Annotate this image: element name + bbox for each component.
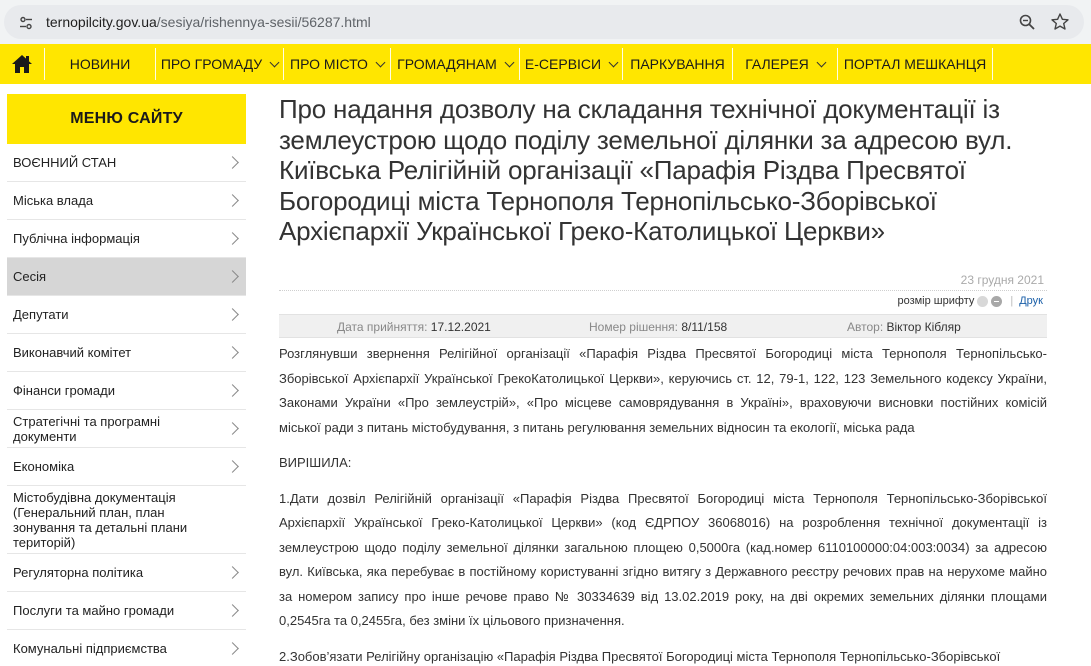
sidebar-item-label: Комунальні підприємства bbox=[13, 641, 167, 656]
sidebar-item-deputies[interactable]: Депутати bbox=[7, 296, 246, 334]
nav-label: Про громаду bbox=[160, 56, 263, 72]
chevron-right-icon bbox=[226, 383, 239, 397]
sidebar-title: МЕНЮ САЙТУ bbox=[7, 94, 246, 144]
document-body: Розглянувши звернення Релігійної організ… bbox=[279, 342, 1047, 666]
sidebar-item-utilities[interactable]: Комунальні підприємства bbox=[7, 630, 246, 666]
zoom-icon[interactable] bbox=[1018, 13, 1036, 31]
body-paragraph: 1.Дати дозвіл Релігійній організації «Па… bbox=[279, 490, 1047, 629]
print-link[interactable]: Друк bbox=[1019, 295, 1043, 307]
main-nav: Новини Про громаду Про місто Громадянам … bbox=[0, 44, 1091, 84]
chevron-down-icon bbox=[608, 57, 619, 67]
chevron-right-icon bbox=[226, 641, 239, 655]
author: Автор: Віктор Кібляр bbox=[847, 320, 961, 334]
sidebar-item-label: Містобудівна документація (Генеральний п… bbox=[13, 489, 188, 550]
nav-label: Про місто bbox=[290, 56, 368, 72]
chevron-right-icon bbox=[226, 459, 239, 473]
browser-address-bar: ternopilcity.gov.ua/sesiya/rishennya-ses… bbox=[0, 0, 1091, 44]
nav-item-citizens[interactable]: Громадянам bbox=[391, 44, 519, 84]
decision-number: Номер рішення: 8/11/158 bbox=[589, 320, 727, 334]
body-paragraph: 2.Зобов’язати Релігійну організацію «Пар… bbox=[279, 648, 1001, 664]
site-settings-icon[interactable] bbox=[18, 15, 34, 31]
sidebar-item-regulatory-policy[interactable]: Регуляторна політика bbox=[7, 554, 246, 592]
sidebar-item-label: ВОЄННИЙ СТАН bbox=[13, 155, 117, 170]
sidebar-item-label: Економіка bbox=[13, 459, 75, 474]
nav-label: Новини bbox=[69, 56, 131, 72]
nav-item-parking[interactable]: Паркування bbox=[623, 44, 732, 84]
tools-divider: | bbox=[1010, 295, 1014, 307]
chevron-right-icon bbox=[226, 603, 239, 617]
nav-label: Паркування bbox=[630, 56, 725, 72]
chevron-right-icon bbox=[226, 193, 239, 207]
url-path: /sesiya/rishennya-sesii/56287.html bbox=[156, 14, 371, 30]
url-host: ternopilcity.gov.ua bbox=[46, 14, 157, 30]
sidebar-item-label: Фінанси громади bbox=[13, 383, 115, 398]
document-content: Про надання дозволу на складання технічн… bbox=[279, 94, 1047, 247]
chevron-down-icon bbox=[375, 57, 386, 67]
font-decrease-icon[interactable] bbox=[991, 295, 1003, 307]
sidebar-item-urban-planning-docs[interactable]: Містобудівна документація (Генеральний п… bbox=[7, 486, 246, 554]
sidebar-item-city-authority[interactable]: Міська влада bbox=[7, 182, 246, 220]
font-increase-icon[interactable] bbox=[977, 295, 989, 307]
sidebar-item-label: Сесія bbox=[13, 269, 47, 284]
sidebar-item-label: Виконавчий комітет bbox=[13, 345, 132, 360]
home-icon bbox=[12, 55, 32, 73]
adopted-label: Дата прийняття: bbox=[337, 320, 428, 334]
nav-item-news[interactable]: Новини bbox=[45, 44, 155, 84]
sidebar-menu: МЕНЮ САЙТУ ВОЄННИЙ СТАН Міська влада Пуб… bbox=[7, 94, 246, 666]
chevron-down-icon bbox=[269, 57, 280, 67]
chevron-right-icon bbox=[226, 565, 239, 579]
sidebar-item-executive-committee[interactable]: Виконавчий комітет bbox=[7, 334, 246, 372]
bookmark-star-icon[interactable] bbox=[1050, 12, 1070, 32]
nav-item-resident-portal[interactable]: Портал мешканця bbox=[838, 44, 992, 84]
adopted-date: Дата прийняття: 17.12.2021 bbox=[337, 320, 491, 334]
sidebar-item-label: Міська влада bbox=[13, 193, 94, 208]
document-tools: розмір шрифту | Друк bbox=[279, 290, 1047, 312]
sidebar-item-label: Публічна інформація bbox=[13, 231, 140, 246]
sidebar-item-services-property[interactable]: Послуги та майно громади bbox=[7, 592, 246, 630]
body-paragraph: Розглянувши звернення Релігійної організ… bbox=[279, 346, 1047, 435]
sidebar-item-martial-law[interactable]: ВОЄННИЙ СТАН bbox=[7, 144, 246, 182]
sidebar-item-economy[interactable]: Економіка bbox=[7, 448, 246, 486]
home-button[interactable] bbox=[0, 44, 44, 84]
sidebar-item-session[interactable]: Сесія bbox=[7, 258, 246, 296]
chevron-right-icon bbox=[226, 307, 239, 321]
font-size-label: розмір шрифту bbox=[897, 295, 975, 307]
nav-item-gallery[interactable]: Галерея bbox=[733, 44, 837, 84]
nav-divider bbox=[992, 48, 993, 80]
number-label: Номер рішення: bbox=[589, 320, 678, 334]
number-value: 8/11/158 bbox=[681, 320, 728, 334]
body-paragraph: ВИРІШИЛА: bbox=[279, 455, 352, 470]
sidebar-item-label: Депутати bbox=[13, 307, 69, 322]
sidebar-item-label: Регуляторна політика bbox=[13, 565, 144, 580]
nav-item-about-city[interactable]: Про місто bbox=[284, 44, 390, 84]
nav-item-e-services[interactable]: Е-сервіси bbox=[520, 44, 622, 84]
sidebar-item-finance[interactable]: Фінанси громади bbox=[7, 372, 246, 410]
document-title: Про надання дозволу на складання технічн… bbox=[279, 94, 1013, 246]
chevron-right-icon bbox=[226, 155, 239, 169]
url-field[interactable]: ternopilcity.gov.ua/sesiya/rishennya-ses… bbox=[4, 5, 1084, 39]
author-label: Автор: bbox=[847, 320, 884, 334]
chevron-down-icon bbox=[816, 57, 827, 67]
document-meta: Дата прийняття: 17.12.2021 Номер рішення… bbox=[279, 314, 1047, 338]
tools-inner: розмір шрифту | Друк bbox=[897, 295, 1043, 307]
nav-label: Портал мешканця bbox=[843, 56, 987, 72]
adopted-value: 17.12.2021 bbox=[430, 320, 491, 334]
nav-label: Громадянам bbox=[397, 56, 497, 72]
chevron-right-icon bbox=[226, 345, 239, 359]
chevron-right-icon bbox=[226, 269, 239, 283]
author-value: Віктор Кібляр bbox=[886, 320, 961, 334]
publish-date: 23 грудня 2021 bbox=[960, 273, 1044, 287]
sidebar-item-label: Стратегічні та програмні документи bbox=[13, 413, 160, 444]
sidebar-item-strategy-docs[interactable]: Стратегічні та програмні документи bbox=[7, 410, 246, 448]
nav-item-about-community[interactable]: Про громаду bbox=[156, 44, 283, 84]
sidebar-item-label: Послуги та майно громади bbox=[13, 603, 175, 618]
nav-label: Галерея bbox=[745, 56, 809, 72]
sidebar-item-public-info[interactable]: Публічна інформація bbox=[7, 220, 246, 258]
chevron-down-icon bbox=[504, 57, 515, 67]
url-text[interactable]: ternopilcity.gov.ua/sesiya/rishennya-ses… bbox=[46, 13, 371, 31]
chevron-right-icon bbox=[226, 421, 239, 435]
chevron-right-icon bbox=[226, 231, 239, 245]
nav-label: Е-сервіси bbox=[524, 56, 602, 72]
